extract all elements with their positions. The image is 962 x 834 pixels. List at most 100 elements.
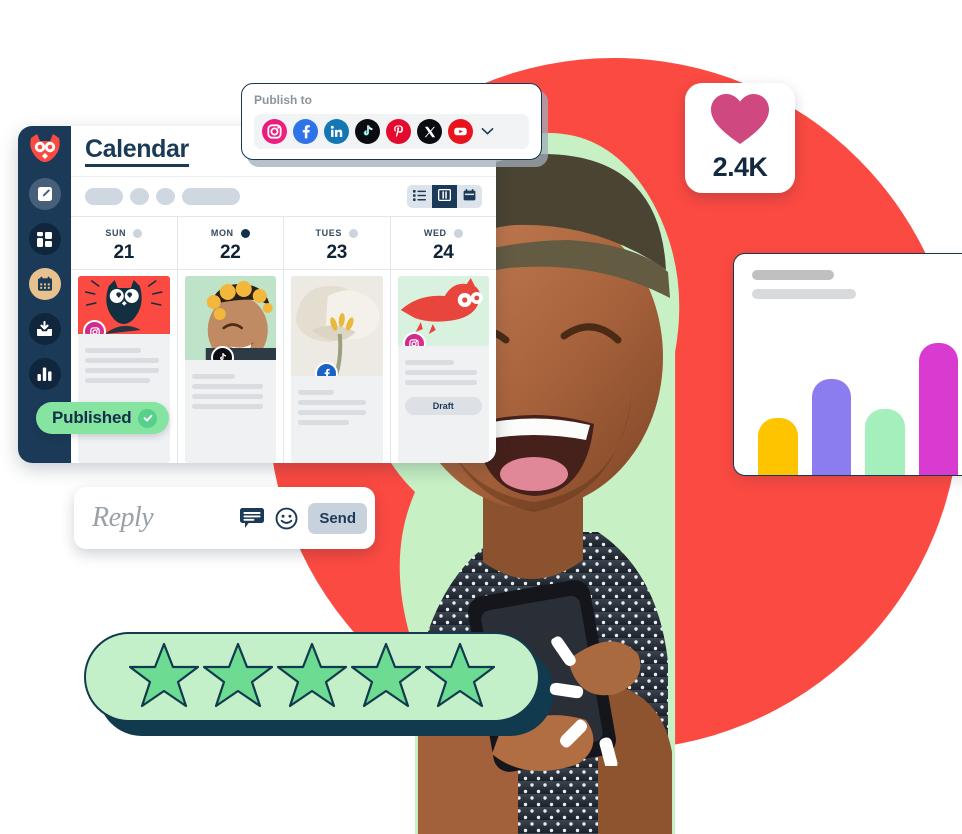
- chart-title-placeholder: [752, 270, 834, 280]
- day-status-dot: [133, 228, 143, 238]
- bar-0: [758, 418, 798, 475]
- facebook-icon[interactable]: [293, 119, 318, 144]
- post-skeleton-text: [398, 346, 490, 391]
- owl-logo[interactable]: [28, 134, 62, 164]
- page-title: Calendar: [85, 136, 189, 168]
- bar-2: [865, 409, 905, 475]
- star-icon[interactable]: [276, 642, 348, 713]
- instagram-icon[interactable]: [262, 119, 287, 144]
- bar-chart-icon: [37, 367, 52, 381]
- facebook-icon: [315, 362, 338, 377]
- day-of-week: TUES: [315, 228, 342, 239]
- post-card-wrap[interactable]: [178, 270, 284, 463]
- post-card-wrap[interactable]: Draft: [391, 270, 497, 463]
- calendar-view-icon: [463, 188, 476, 206]
- view-toggle-calendar[interactable]: [457, 185, 482, 208]
- reply-input[interactable]: Reply: [92, 502, 229, 534]
- bar-1: [811, 379, 851, 475]
- star-icon[interactable]: [128, 642, 200, 713]
- view-toggle-list[interactable]: [407, 185, 432, 208]
- linkedin-icon[interactable]: [324, 119, 349, 144]
- star-icon[interactable]: [424, 642, 496, 713]
- filter-pill[interactable]: [85, 188, 123, 206]
- day-number: 24: [432, 242, 454, 264]
- sidebar-item-analytics[interactable]: [28, 358, 61, 390]
- calendar-column: MON 22: [177, 217, 284, 463]
- instagram-icon: [83, 320, 106, 335]
- x-twitter-icon[interactable]: [417, 119, 442, 144]
- sidebar-item-calendar[interactable]: [28, 268, 61, 300]
- instagram-icon: [402, 332, 426, 347]
- post-skeleton-text: [185, 360, 277, 415]
- sidebar-item-compose[interactable]: [28, 178, 61, 210]
- column-header: TUES 23: [284, 217, 390, 271]
- bar-3: [918, 343, 958, 475]
- view-toggle-columns[interactable]: [432, 185, 457, 209]
- post-thumbnail: [78, 276, 170, 335]
- star-icon[interactable]: [350, 642, 422, 713]
- post-card-wrap[interactable]: [71, 270, 177, 463]
- day-of-week: WED: [423, 228, 447, 239]
- compose-icon: [37, 186, 53, 202]
- youtube-icon[interactable]: [448, 119, 473, 144]
- post-skeleton-text: [78, 334, 170, 389]
- status-badge-draft: Draft: [404, 397, 482, 416]
- reply-bar: Reply Send: [74, 487, 375, 549]
- sidebar-item-dashboard[interactable]: [28, 223, 61, 255]
- star-icon[interactable]: [202, 642, 274, 713]
- day-of-week: MON: [210, 228, 234, 239]
- calendar-column: TUES 23: [284, 217, 391, 463]
- post-thumbnail: [397, 276, 489, 347]
- status-badge-label: Published: [52, 408, 132, 427]
- column-header: SUN 21: [71, 217, 177, 271]
- calendar-column: WED 24 Draft: [390, 217, 497, 463]
- post-skeleton-text: [291, 376, 383, 431]
- filter-pill[interactable]: [156, 188, 175, 206]
- post-thumbnail: [291, 276, 383, 377]
- publish-to-popup: Publish to: [241, 83, 542, 160]
- day-status-dot: [348, 228, 358, 238]
- post-card[interactable]: [291, 276, 383, 463]
- smiley-icon[interactable]: [275, 507, 298, 530]
- column-header: MON 22: [177, 217, 283, 271]
- list-view-icon: [413, 188, 426, 206]
- grid-icon: [37, 231, 52, 247]
- post-card-wrap[interactable]: [284, 270, 390, 463]
- rating-pill: [84, 632, 540, 722]
- status-badge-published: Published: [36, 402, 170, 434]
- chat-bubble-icon[interactable]: [239, 507, 265, 529]
- check-circle-icon: [138, 408, 158, 428]
- day-number: 22: [219, 242, 241, 264]
- hero-illustration: Calendar SUN 21 MON 22 TUES 23 WED 24 Dr…: [0, 0, 962, 834]
- day-number: 21: [113, 242, 135, 264]
- chevron-down-icon[interactable]: [481, 127, 494, 136]
- inbox-icon: [36, 321, 53, 337]
- day-of-week-row: MON: [211, 228, 250, 238]
- heart-icon: [710, 93, 770, 151]
- publish-to-label: Publish to: [254, 93, 312, 107]
- calendar-toolbar: [71, 176, 496, 216]
- column-view-icon: [437, 188, 452, 206]
- column-header: WED 24: [390, 217, 496, 271]
- rating-widget: [48, 597, 618, 766]
- day-of-week-row: SUN: [105, 228, 143, 239]
- post-card[interactable]: [78, 276, 170, 463]
- pinterest-icon[interactable]: [386, 119, 411, 144]
- day-of-week-row: WED: [424, 228, 463, 238]
- day-of-week: SUN: [105, 228, 127, 239]
- day-of-week-row: TUES: [316, 228, 358, 238]
- day-number: 23: [326, 242, 348, 264]
- tiktok-icon[interactable]: [355, 119, 380, 144]
- post-card[interactable]: [184, 276, 277, 463]
- filter-pill[interactable]: [130, 188, 149, 206]
- post-card[interactable]: Draft: [397, 276, 490, 463]
- send-button[interactable]: Send: [308, 502, 367, 534]
- chart-subtitle-placeholder: [752, 289, 856, 299]
- sidebar-item-inbox[interactable]: [28, 313, 61, 345]
- filter-pill[interactable]: [182, 188, 240, 206]
- day-status-dot: [453, 228, 463, 238]
- analytics-card: [733, 253, 962, 476]
- post-thumbnail: [184, 276, 276, 361]
- likes-count: 2.4K: [712, 152, 768, 182]
- view-toggle: [407, 185, 482, 209]
